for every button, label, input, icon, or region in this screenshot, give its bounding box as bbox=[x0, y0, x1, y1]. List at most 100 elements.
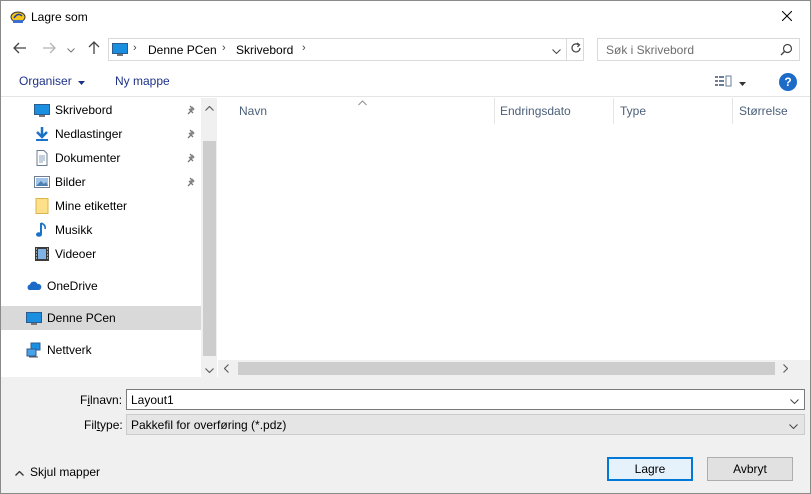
caret-down-icon bbox=[77, 74, 85, 88]
filetype-select[interactable]: Pakkefil for overføring (*.pdz) bbox=[126, 414, 805, 435]
chevron-down-icon bbox=[789, 418, 798, 432]
chevron-up-icon bbox=[15, 465, 24, 479]
sidebar-item-onedrive[interactable]: OneDrive bbox=[1, 274, 201, 298]
details-view-icon bbox=[715, 75, 733, 90]
sidebar-item-documents[interactable]: Dokumenter bbox=[1, 146, 201, 170]
breadcrumb-separator-icon: › bbox=[302, 42, 306, 54]
breadcrumb-separator-icon: › bbox=[133, 42, 137, 54]
pin-icon[interactable] bbox=[187, 128, 197, 142]
search-icon[interactable] bbox=[780, 43, 793, 59]
download-icon bbox=[34, 126, 50, 142]
filename-dropdown-button[interactable] bbox=[785, 390, 804, 409]
computer-icon bbox=[112, 43, 128, 60]
save-options-panel: Filnavn: Filtype: Pakkefil for overførin… bbox=[1, 377, 810, 493]
sidebar-item-downloads[interactable]: Nedlastinger bbox=[1, 122, 201, 146]
organise-button[interactable]: Organiser bbox=[19, 74, 85, 88]
hide-folders-button[interactable]: Skjul mapper bbox=[15, 465, 100, 479]
sidebar-item-desktop[interactable]: Skrivebord bbox=[1, 98, 201, 122]
pin-icon[interactable] bbox=[187, 104, 197, 118]
address-row: › Denne PCen › Skrivebord › bbox=[1, 32, 810, 65]
sidebar-item-label: Dokumenter bbox=[55, 151, 121, 165]
command-toolbar: Organiser Ny mappe ? bbox=[1, 65, 810, 97]
column-header-type[interactable]: Type bbox=[614, 98, 732, 124]
chevron-down-icon bbox=[790, 393, 799, 407]
scroll-thumb[interactable] bbox=[203, 141, 216, 356]
close-button[interactable] bbox=[764, 1, 810, 32]
change-view-button[interactable] bbox=[715, 73, 751, 91]
sidebar-item-label: OneDrive bbox=[47, 279, 98, 293]
chevron-left-icon bbox=[223, 362, 229, 376]
pictures-icon bbox=[34, 174, 50, 190]
chevron-right-icon bbox=[783, 362, 789, 376]
sidebar-item-videos[interactable]: Videoer bbox=[1, 242, 201, 266]
desktop-icon bbox=[34, 102, 50, 118]
window-title: Lagre som bbox=[31, 10, 88, 24]
filename-field bbox=[126, 389, 805, 410]
column-header-size[interactable]: Størrelse bbox=[733, 98, 810, 124]
pin-icon[interactable] bbox=[187, 152, 197, 166]
breadcrumb-this-pc[interactable]: Denne PCen bbox=[148, 43, 217, 57]
file-list-horizontal-scrollbar[interactable] bbox=[218, 360, 810, 377]
app-icon bbox=[10, 9, 26, 25]
video-icon bbox=[34, 246, 50, 262]
help-button[interactable]: ? bbox=[779, 73, 797, 91]
up-button[interactable] bbox=[85, 40, 103, 58]
chevron-down-icon bbox=[205, 362, 214, 376]
refresh-icon bbox=[570, 42, 582, 57]
scroll-down-button[interactable] bbox=[201, 360, 217, 377]
arrow-left-icon bbox=[13, 42, 27, 57]
cancel-button[interactable]: Avbryt bbox=[707, 457, 793, 481]
filetype-value: Pakkefil for overføring (*.pdz) bbox=[131, 418, 287, 432]
arrow-right-icon bbox=[42, 42, 56, 57]
forward-button[interactable] bbox=[40, 40, 58, 58]
sidebar-item-label: Denne PCen bbox=[47, 311, 116, 325]
scroll-thumb[interactable] bbox=[238, 362, 775, 375]
navigation-scrollbar[interactable] bbox=[201, 98, 217, 377]
sidebar-item-my-labels[interactable]: Mine etiketter bbox=[1, 194, 201, 218]
sidebar-item-label: Bilder bbox=[55, 175, 86, 189]
hide-folders-label: Skjul mapper bbox=[30, 465, 101, 479]
refresh-button[interactable] bbox=[566, 39, 584, 60]
column-header-label: Størrelse bbox=[739, 104, 788, 118]
sidebar-item-music[interactable]: Musikk bbox=[1, 218, 201, 242]
sidebar-item-label: Mine etiketter bbox=[55, 199, 128, 213]
navigation-pane: Skrivebord Nedlastinger Dokumenter Bilde… bbox=[1, 98, 217, 377]
address-bar[interactable]: › Denne PCen › Skrivebord › bbox=[108, 38, 584, 61]
filetype-label: Filtype: bbox=[84, 418, 123, 432]
column-header-label: Type bbox=[620, 104, 647, 118]
folder-icon bbox=[34, 198, 50, 214]
sidebar-item-label: Nettverk bbox=[47, 343, 92, 357]
filetype-dropdown-button[interactable] bbox=[785, 415, 804, 434]
arrow-up-icon bbox=[88, 40, 100, 58]
sidebar-item-this-pc[interactable]: Denne PCen bbox=[1, 306, 201, 330]
chevron-down-icon bbox=[551, 43, 561, 57]
file-list: Navn Endringsdato Type Størrelse bbox=[218, 98, 810, 377]
scroll-right-button[interactable] bbox=[777, 360, 794, 377]
address-dropdown-button[interactable] bbox=[547, 39, 565, 60]
organise-label: Organiser bbox=[19, 74, 72, 88]
close-icon bbox=[781, 10, 793, 24]
save-button[interactable]: Lagre bbox=[607, 457, 693, 481]
title-bar: Lagre som bbox=[1, 1, 810, 32]
filename-input[interactable] bbox=[127, 390, 782, 409]
column-header-label: Navn bbox=[239, 104, 268, 118]
sidebar-item-network[interactable]: Nettverk bbox=[1, 338, 201, 362]
back-button[interactable] bbox=[11, 40, 29, 58]
pin-icon[interactable] bbox=[187, 176, 197, 190]
computer-icon bbox=[26, 310, 42, 326]
new-folder-button[interactable]: Ny mappe bbox=[115, 74, 170, 88]
breadcrumb-separator-icon: › bbox=[222, 42, 226, 54]
column-header-name[interactable]: Navn bbox=[218, 98, 494, 124]
sidebar-item-pictures[interactable]: Bilder bbox=[1, 170, 201, 194]
recent-locations-button[interactable] bbox=[65, 40, 77, 58]
network-icon bbox=[26, 342, 42, 358]
sidebar-item-label: Skrivebord bbox=[55, 103, 113, 117]
scroll-up-button[interactable] bbox=[201, 98, 217, 115]
search-input[interactable] bbox=[598, 39, 778, 60]
column-header-date[interactable]: Endringsdato bbox=[495, 98, 613, 124]
sidebar-item-label: Videoer bbox=[55, 247, 97, 261]
scroll-left-button[interactable] bbox=[218, 360, 235, 377]
breadcrumb-desktop[interactable]: Skrivebord bbox=[236, 43, 293, 57]
save-as-dialog: Lagre som › Denne PCen › Skrivebord › Sø… bbox=[0, 0, 811, 494]
onedrive-icon bbox=[26, 278, 42, 294]
